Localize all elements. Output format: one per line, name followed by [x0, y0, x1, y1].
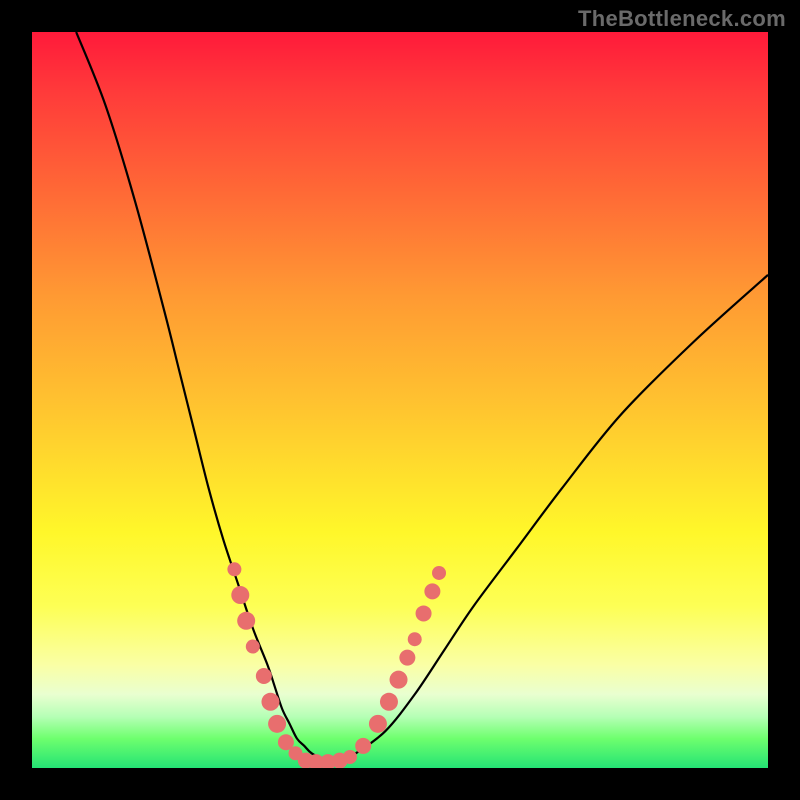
curve-marker [231, 586, 249, 604]
curve-marker [343, 750, 357, 764]
curve-marker [380, 693, 398, 711]
chart-svg [32, 32, 768, 768]
bottleneck-curve [76, 32, 768, 762]
watermark-text: TheBottleneck.com [578, 6, 786, 32]
curve-marker [355, 738, 371, 754]
chart-plot-area [32, 32, 768, 768]
curve-marker [246, 640, 260, 654]
curve-marker [256, 668, 272, 684]
curve-marker [424, 583, 440, 599]
curve-marker [408, 632, 422, 646]
curve-marker [268, 715, 286, 733]
curve-marker [390, 671, 408, 689]
curve-marker [399, 650, 415, 666]
curve-marker [237, 612, 255, 630]
curve-marker [432, 566, 446, 580]
curve-marker [369, 715, 387, 733]
curve-markers [227, 562, 446, 768]
curve-marker [261, 693, 279, 711]
curve-marker [227, 562, 241, 576]
curve-marker [416, 605, 432, 621]
